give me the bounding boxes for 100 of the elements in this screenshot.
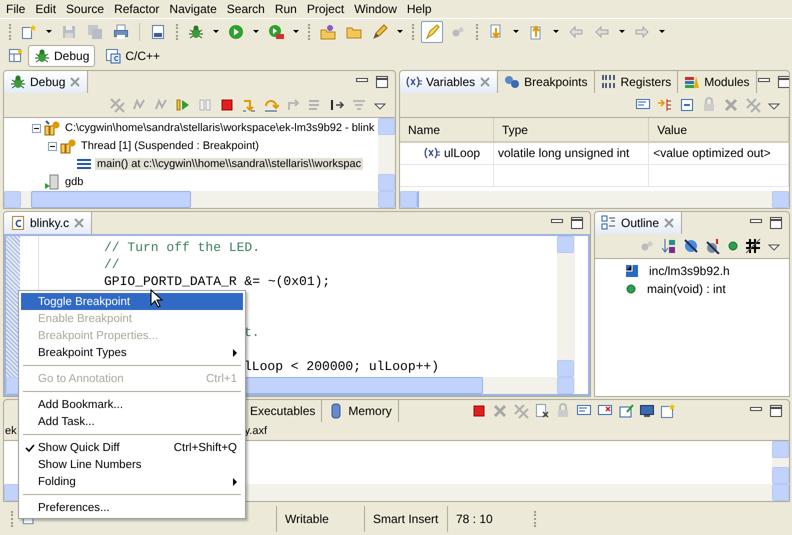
print-icon[interactable]: [113, 24, 129, 40]
close-icon[interactable]: [73, 217, 86, 229]
menu-item[interactable]: File: [1, 1, 30, 17]
display-icon[interactable]: [639, 403, 656, 419]
resume-icon[interactable]: [175, 97, 191, 113]
menu-item[interactable]: Help: [402, 1, 437, 17]
menu-item[interactable]: Refactor: [109, 1, 164, 17]
maximize-icon[interactable]: [776, 75, 789, 89]
breakpoints-icon: [504, 74, 520, 90]
view-tab[interactable]: Registers: [594, 71, 678, 93]
vertical-scrollbar[interactable]: [378, 118, 395, 191]
menu-item[interactable]: Breakpoint Types: [21, 344, 243, 361]
column-header[interactable]: Type: [493, 118, 649, 142]
view-tab[interactable]: Memory: [322, 400, 399, 422]
maximize-icon[interactable]: [570, 216, 584, 230]
view-tab[interactable]: Outline: [595, 212, 682, 234]
cfile-icon: [10, 215, 26, 231]
view-tab[interactable]: Debug: [4, 71, 88, 93]
submenu-arrow-icon: [233, 478, 237, 486]
binary-file-icon[interactable]: [150, 24, 166, 40]
open-console-icon[interactable]: [660, 403, 676, 419]
status-field: Smart Insert: [364, 506, 447, 532]
vertical-scrollbar[interactable]: [772, 441, 789, 484]
menu-item[interactable]: Show Quick Diff Ctrl+Shift+Q: [21, 439, 243, 456]
collapse-icon[interactable]: [32, 124, 41, 132]
table-cell: <value optimized out>: [648, 142, 788, 164]
submenu-arrow-icon: [233, 348, 237, 356]
maximize-icon[interactable]: [769, 404, 783, 418]
menu-item[interactable]: Project: [302, 1, 350, 17]
dropdown-caret-icon[interactable]: [513, 30, 519, 33]
step-over-icon[interactable]: [263, 97, 279, 113]
view-tab[interactable]: blinky.c: [4, 212, 92, 234]
tree-item[interactable]: C:\cygwin\home\sandra\stellaris\workspace\ek-lm3s9b92 - blink: [63, 122, 376, 134]
open-folder-icon[interactable]: [320, 24, 336, 40]
public-member-icon[interactable]: [727, 240, 739, 252]
column-header[interactable]: Value: [648, 118, 788, 142]
collapse-icon[interactable]: [48, 142, 57, 150]
terminate-icon[interactable]: [219, 97, 235, 113]
new-file-icon[interactable]: [21, 24, 37, 40]
close-icon[interactable]: [663, 217, 676, 229]
dropdown-caret-icon[interactable]: [253, 30, 259, 33]
registers-icon: [600, 74, 617, 90]
perspective-button[interactable]: Debug: [28, 45, 96, 67]
dropdown-caret-icon[interactable]: [659, 30, 665, 33]
thread-icon: [60, 138, 76, 154]
external-tools-icon[interactable]: [268, 24, 284, 40]
menu-item[interactable]: Show Line Numbers: [21, 456, 243, 473]
dropdown-caret-icon[interactable]: [293, 30, 299, 33]
menu-item[interactable]: Source: [61, 1, 110, 17]
column-header[interactable]: Name: [400, 118, 494, 142]
hide-macros-icon[interactable]: [745, 238, 761, 254]
sort-icon[interactable]: [661, 238, 677, 254]
table-cell: volatile long unsigned int: [493, 142, 649, 164]
view-tab[interactable]: Variables: [400, 71, 498, 93]
tree-item[interactable]: gdb: [63, 176, 86, 188]
c-file-icon: [105, 48, 122, 64]
menu-item[interactable]: Toggle Breakpoint: [21, 293, 243, 310]
view-tab[interactable]: Breakpoints: [498, 71, 595, 93]
instruction-step-icon[interactable]: [329, 97, 345, 113]
menu-item[interactable]: Add Task...: [21, 413, 243, 430]
tree-item[interactable]: main() at c:\\cygwin\\home\\sandra\\stellaris\\workspac: [95, 158, 364, 170]
menu-item[interactable]: Preferences...: [21, 499, 243, 516]
close-icon[interactable]: [479, 76, 492, 88]
horizontal-scrollbar[interactable]: [400, 191, 789, 208]
dropdown-caret-icon[interactable]: [553, 30, 559, 33]
code-line: lLoop < 200000; ulLoop++): [244, 359, 440, 374]
terminate-icon[interactable]: [471, 403, 488, 419]
menu-item[interactable]: Search: [222, 1, 270, 17]
console-title: ek: [5, 425, 17, 437]
menu-item[interactable]: Folding: [21, 473, 243, 490]
process-icon: [44, 174, 60, 190]
dropdown-caret-icon[interactable]: [619, 30, 625, 33]
step-into-icon[interactable]: [241, 97, 257, 113]
outline-item[interactable]: main(void) : int: [645, 282, 728, 296]
horizontal-scrollbar[interactable]: [4, 191, 395, 208]
maximize-icon[interactable]: [375, 75, 389, 89]
debug-icon[interactable]: [188, 24, 204, 40]
code-line: GPIO_PORTD_DATA_R &= ~(0x01);: [104, 274, 330, 289]
collapse-all-icon[interactable]: [679, 97, 695, 113]
menu-item[interactable]: Add Bookmark...: [21, 396, 243, 413]
dropdown-caret-icon[interactable]: [213, 30, 219, 33]
highlighter-icon[interactable]: [424, 24, 440, 40]
shortcut-text: Ctrl+1: [205, 372, 237, 384]
menu-item[interactable]: Edit: [30, 1, 62, 17]
tree-item[interactable]: Thread [1] (Suspended : Breakpoint): [79, 140, 261, 152]
menu-item[interactable]: Navigate: [164, 1, 222, 17]
perspective-button[interactable]: C/C++: [99, 45, 166, 67]
run-icon[interactable]: [228, 24, 244, 40]
dropdown-caret-icon[interactable]: [46, 30, 52, 33]
view-tab[interactable]: Modules: [678, 71, 757, 93]
vertical-scrollbar[interactable]: [557, 236, 574, 377]
dropdown-caret-icon[interactable]: [397, 30, 403, 33]
outline-item[interactable]: inc/lm3s9b92.h: [647, 264, 732, 278]
maximize-icon[interactable]: [769, 216, 783, 230]
menu-item[interactable]: Run: [270, 1, 302, 17]
menu-item[interactable]: Window: [349, 1, 402, 17]
open-perspective-icon[interactable]: [8, 48, 24, 64]
pencil-icon[interactable]: [372, 24, 388, 40]
clear-console-icon[interactable]: [534, 403, 550, 419]
close-icon[interactable]: [69, 76, 82, 88]
